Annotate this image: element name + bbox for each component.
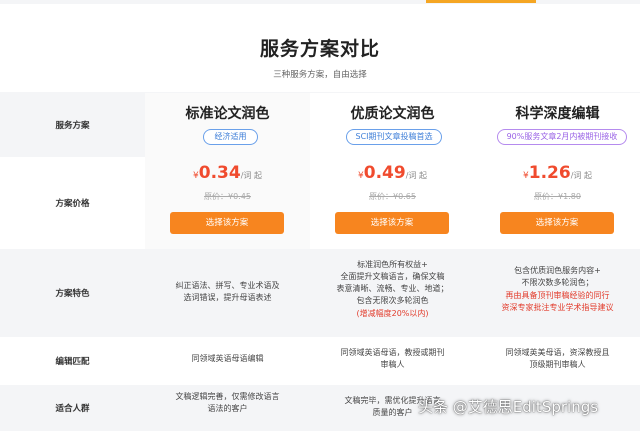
features-row-label: 方案特色	[55, 289, 90, 299]
feature-note: (增减幅度20%以内)	[356, 309, 429, 318]
plan-name: 优质论文润色	[350, 106, 435, 122]
page-title: 服务方案对比	[259, 38, 380, 60]
editor-line: 同领域英语母语编辑	[191, 354, 264, 363]
plan-name: 标准论文润色	[185, 106, 270, 122]
features-row: 方案特色 纠正语法、拼写、专业术语及 选词错误，提升母语表述 标准润色所有权益+…	[0, 249, 640, 337]
editor-line: 同领域英美母语，资深教授且	[505, 348, 610, 357]
audience-standard: 文稿逻辑完善，仅需修改语言 语法的客户	[145, 385, 310, 431]
feature-line: 包含优质润色服务内容+	[514, 266, 601, 275]
plan-row: 服务方案 标准论文润色 经济适用 优质论文润色 SCI期刊文章投稿首选 科学深度…	[0, 93, 640, 163]
plan-row-label: 服务方案	[55, 121, 90, 131]
price-value: 0.34	[198, 163, 241, 183]
price: ¥0.49/词 起	[310, 163, 475, 183]
editor-premium: 同领域英语母语，教授或期刊 审稿人	[310, 337, 475, 385]
watermark-text: 头条 @艾德思EditSprings	[418, 398, 599, 416]
price-unit: /词 起	[570, 171, 592, 180]
editor-standard: 同领域英语母语编辑	[145, 337, 310, 385]
original-price: 原价：¥1.80	[534, 192, 581, 201]
price: ¥0.34/词 起	[145, 163, 310, 183]
plan-standard-header: 标准论文润色 经济适用	[145, 93, 310, 163]
editor-row-label: 编辑匹配	[55, 357, 90, 367]
feature-line: 标准润色所有权益+	[357, 260, 428, 269]
page-header: 服务方案对比 三种服务方案，自由选择	[0, 4, 640, 92]
feature-line: 选词错误，提升母语表述	[183, 293, 272, 302]
select-standard-button[interactable]: 选择该方案	[170, 212, 284, 234]
audience-line: 文稿逻辑完善，仅需修改语言	[175, 392, 280, 401]
original-price: 原价：¥0.65	[369, 192, 416, 201]
editor-line: 同领域英语母语，教授或期刊	[340, 348, 445, 357]
feature-note: 资深专家批注专业学术指导建议	[501, 303, 614, 312]
feature-line: 全面提升文稿语言，确保文稿	[340, 272, 445, 281]
feature-line: 不限次数多轮润色；	[521, 278, 594, 287]
price-unit: /词 起	[405, 171, 427, 180]
features-premium: 标准润色所有权益+ 全面提升文稿语言，确保文稿 表意清晰、流畅、专业、地道； 包…	[310, 249, 475, 337]
price-premium: ¥0.49/词 起 原价：¥0.65 选择该方案	[310, 157, 475, 249]
select-deep-button[interactable]: 选择该方案	[500, 212, 614, 234]
editor-deep: 同领域英美母语，资深教授且 顶级期刊审稿人	[475, 337, 640, 385]
features-deep: 包含优质润色服务内容+ 不限次数多轮润色； 再由具备顶刊审稿经验的同行 资深专家…	[475, 249, 640, 337]
audience-row-label: 适合人群	[55, 404, 90, 414]
price-deep: ¥1.26/词 起 原价：¥1.80 选择该方案	[475, 157, 640, 249]
plan-badge: SCI期刊文章投稿首选	[346, 129, 442, 145]
feature-note: 再由具备顶刊审稿经验的同行	[505, 291, 610, 300]
price-value: 0.49	[363, 163, 406, 183]
original-price: 原价：¥0.45	[204, 192, 251, 201]
price-standard: ¥0.34/词 起 原价：¥0.45 选择该方案	[145, 157, 310, 249]
editor-line: 顶级期刊审稿人	[529, 360, 586, 369]
select-premium-button[interactable]: 选择该方案	[335, 212, 449, 234]
editor-row: 编辑匹配 同领域英语母语编辑 同领域英语母语，教授或期刊 审稿人 同领域英美母语…	[0, 337, 640, 385]
price-row-label: 方案价格	[0, 157, 145, 249]
page-subtitle: 三种服务方案，自由选择	[273, 70, 367, 80]
price-row: 方案价格 ¥0.34/词 起 原价：¥0.45 选择该方案 ¥0.49/词 起 …	[0, 157, 640, 249]
feature-line: 包含无限次多轮润色	[356, 296, 429, 305]
plan-name: 科学深度编辑	[515, 106, 600, 122]
plan-badge: 90%服务文章2月内被期刊接收	[497, 129, 627, 145]
plan-badge: 经济适用	[203, 129, 258, 145]
price-value: 1.26	[528, 163, 571, 183]
top-accent-line	[426, 0, 536, 3]
feature-line: 纠正语法、拼写、专业术语及	[175, 281, 280, 290]
price: ¥1.26/词 起	[475, 163, 640, 183]
price-unit: /词 起	[240, 171, 262, 180]
audience-line: 语法的客户	[207, 404, 248, 413]
plan-premium-header: 优质论文润色 SCI期刊文章投稿首选	[310, 93, 475, 163]
features-standard: 纠正语法、拼写、专业术语及 选词错误，提升母语表述	[145, 249, 310, 337]
editor-line: 审稿人	[380, 360, 405, 369]
feature-line: 表意清晰、流畅、专业、地道；	[336, 284, 449, 293]
plan-deep-header: 科学深度编辑 90%服务文章2月内被期刊接收	[475, 93, 640, 163]
